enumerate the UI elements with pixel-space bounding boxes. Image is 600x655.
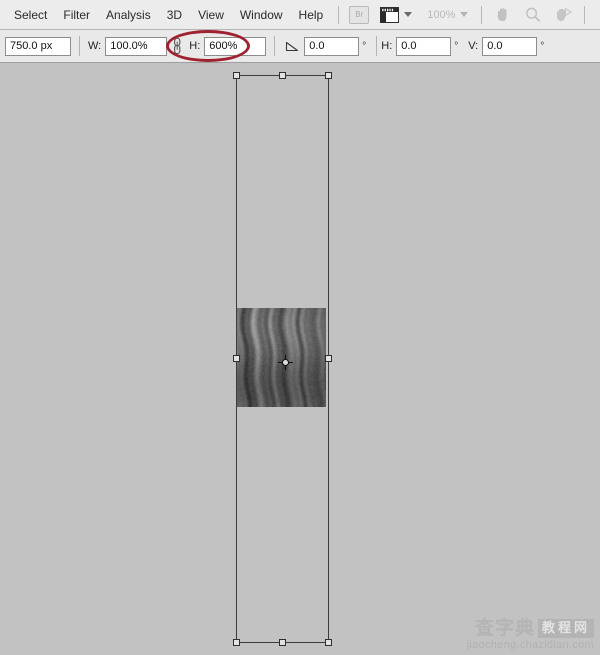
options-bar: 750.0 px W: 100.0% H: 600% 0.0 ° H: 0.0 … xyxy=(0,30,600,63)
height-input[interactable]: 600% xyxy=(204,36,267,56)
menu-item-view[interactable]: View xyxy=(190,5,232,25)
skew-horizontal-label: H: xyxy=(381,40,393,52)
arrange-chevron-down-icon xyxy=(404,12,413,17)
skew-horizontal-unit-label: ° xyxy=(454,40,459,52)
reference-point-tick-right xyxy=(289,362,293,363)
height-label: H: xyxy=(189,40,201,52)
zoom-level-display[interactable]: 100% xyxy=(427,4,469,26)
menu-item-filter[interactable]: Filter xyxy=(55,5,98,25)
position-input[interactable]: 750.0 px xyxy=(5,36,71,56)
reference-point-ring xyxy=(282,359,289,366)
transform-handle-bottom-right[interactable] xyxy=(325,639,332,646)
transform-handle-bottom-left[interactable] xyxy=(233,639,240,646)
skew-vertical-unit-label: ° xyxy=(540,40,545,52)
options-divider-3 xyxy=(376,36,378,56)
rotate-view-tool-button[interactable] xyxy=(554,4,573,26)
watermark-brand-row: 查字典 教程网 xyxy=(467,618,594,638)
rotate-input[interactable]: 0.0 xyxy=(304,36,360,56)
watermark-brand-text: 查字典 xyxy=(474,617,535,639)
bridge-button[interactable]: Br xyxy=(349,4,370,26)
rotate-unit-label: ° xyxy=(362,40,367,52)
transform-handle-bottom-center[interactable] xyxy=(278,639,286,646)
skew-vertical-input[interactable]: 0.0 xyxy=(482,36,538,56)
transform-handle-middle-left[interactable] xyxy=(233,355,240,362)
menubar-divider-3 xyxy=(584,5,586,24)
link-aspect-ratio-icon[interactable] xyxy=(171,37,184,55)
bridge-icon: Br xyxy=(349,5,370,24)
watermark-badge-text: 教程网 xyxy=(537,618,594,638)
zoom-level-label: 100% xyxy=(427,8,456,21)
menu-item-analysis[interactable]: Analysis xyxy=(98,5,159,25)
menu-item-select[interactable]: Select xyxy=(6,5,55,25)
watermark: 查字典 教程网 jiaocheng.chazidian.com xyxy=(467,618,594,651)
skew-horizontal-input[interactable]: 0.0 xyxy=(396,36,452,56)
zoom-tool-button[interactable] xyxy=(524,4,542,26)
reference-point-tick-down xyxy=(285,366,286,370)
width-input[interactable]: 100.0% xyxy=(105,36,168,56)
width-label: W: xyxy=(88,40,102,52)
menu-bar: Select Filter Analysis 3D View Window He… xyxy=(0,0,600,30)
menu-item-window[interactable]: Window xyxy=(232,5,291,25)
document-canvas[interactable]: 查字典 教程网 jiaocheng.chazidian.com xyxy=(0,64,600,655)
menubar-divider-1 xyxy=(338,5,340,24)
magnifier-icon xyxy=(526,7,541,22)
options-divider-1 xyxy=(79,36,80,56)
options-divider-2 xyxy=(274,36,276,56)
menu-item-3d[interactable]: 3D xyxy=(159,5,190,25)
transform-handle-top-left[interactable] xyxy=(233,72,240,79)
menubar-divider-2 xyxy=(481,5,483,24)
transform-handle-top-center[interactable] xyxy=(278,72,286,79)
zoom-level-chevron-down-icon xyxy=(460,12,469,17)
transform-handle-middle-right[interactable] xyxy=(325,355,332,362)
rotate-view-icon xyxy=(557,6,573,21)
transform-handle-top-right[interactable] xyxy=(325,72,332,79)
skew-vertical-label: V: xyxy=(468,40,479,52)
rotate-angle-icon xyxy=(286,41,299,52)
transform-reference-point[interactable] xyxy=(278,355,293,370)
arrange-documents-button[interactable] xyxy=(380,4,413,26)
hand-icon xyxy=(498,7,507,21)
watermark-url: jiaocheng.chazidian.com xyxy=(466,639,594,651)
arrange-documents-icon xyxy=(380,6,400,23)
hand-tool-button[interactable] xyxy=(494,4,512,26)
menu-item-help[interactable]: Help xyxy=(291,5,332,25)
